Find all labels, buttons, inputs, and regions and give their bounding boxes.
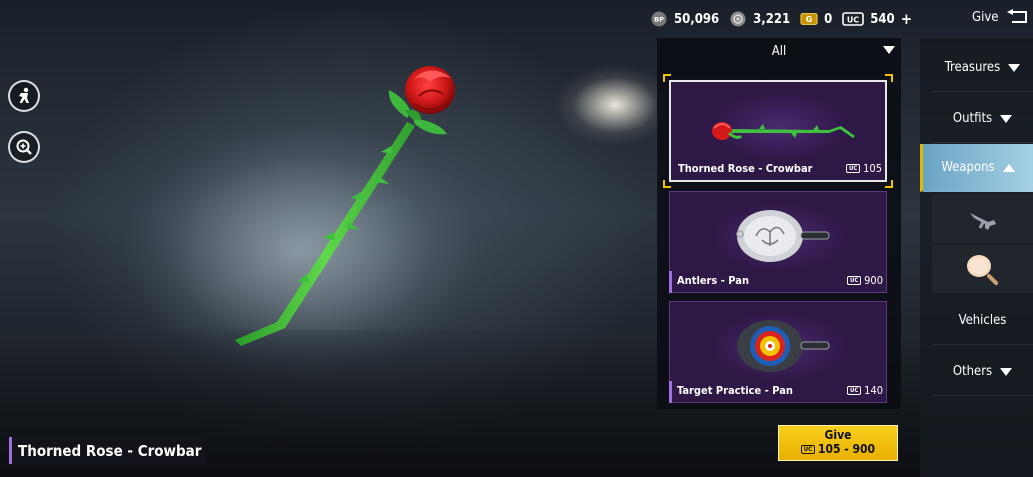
add-uc-plus-icon[interactable]: +	[901, 10, 912, 28]
category-weapons[interactable]: Weapons	[920, 144, 1033, 192]
category-outfits[interactable]: Outfits	[932, 95, 1033, 143]
pose-figure-icon	[19, 87, 29, 103]
category-others[interactable]: Others	[932, 348, 1033, 396]
silver-amount: 3,221	[753, 11, 791, 27]
target-practice-pan-thumbnail	[737, 320, 830, 372]
uc-icon: UC	[846, 164, 861, 173]
selection-corner	[663, 74, 671, 82]
currency-bp: BP 50,096	[650, 11, 719, 27]
antlers-pan-thumbnail	[736, 210, 830, 262]
selection-corner	[663, 180, 671, 188]
item-card-target-practice-pan[interactable]: Target Practice - Pan UC 140	[669, 301, 887, 403]
selected-item-title: Thorned Rose - Crowbar	[9, 437, 208, 464]
chevron-down-icon	[883, 46, 895, 54]
subcategory-guns[interactable]	[932, 195, 1033, 243]
item-price: UC 900	[847, 274, 883, 287]
chevron-down-icon	[1008, 63, 1021, 72]
pose-button[interactable]	[8, 80, 40, 112]
uc-icon: UC	[847, 386, 862, 395]
item-price: UC 105	[846, 162, 882, 175]
rarity-bar	[669, 271, 672, 293]
item-name: Antlers - Pan	[677, 274, 749, 287]
uc-icon: UC	[842, 11, 865, 27]
uc-amount: 540	[870, 11, 895, 27]
chevron-down-icon	[1000, 367, 1013, 376]
zoom-in-icon	[16, 139, 32, 155]
back-return-icon	[1007, 9, 1028, 23]
give-button-label: Give	[824, 428, 852, 442]
give-header-label: Give	[972, 9, 999, 25]
item-price: UC 140	[847, 384, 883, 397]
uc-icon: UC	[847, 276, 862, 285]
category-treasures[interactable]: Treasures	[932, 44, 1033, 92]
item-card-thorned-rose-crowbar[interactable]: Thorned Rose - Crowbar UC 105	[663, 74, 893, 188]
filter-dropdown[interactable]: All	[657, 38, 901, 64]
filter-selected-value: All	[771, 43, 787, 59]
currency-uc: UC 540	[842, 11, 895, 27]
svg-text:UC: UC	[847, 16, 859, 25]
subcategory-melee[interactable]	[932, 245, 1033, 293]
currency-bar: BP 50,096 3,221 G 0 UC 540 +	[650, 9, 912, 29]
gun-icon	[969, 213, 996, 230]
rose-crowbar-thumbnail	[712, 122, 855, 140]
item-name: Target Practice - Pan	[677, 384, 793, 397]
g-coin-icon: G	[800, 11, 818, 27]
category-vehicles[interactable]: Vehicles	[932, 297, 1033, 345]
svg-text:G: G	[806, 14, 813, 24]
bp-amount: 50,096	[674, 11, 720, 27]
give-header-button[interactable]: Give	[972, 9, 1030, 25]
currency-g-coin: G 0	[800, 11, 832, 27]
bp-icon: BP	[650, 11, 668, 27]
selection-corner	[885, 180, 893, 188]
rarity-bar	[669, 381, 672, 403]
chevron-up-icon	[1002, 163, 1015, 172]
item-card-antlers-pan[interactable]: Antlers - Pan UC 900	[669, 191, 887, 293]
silver-fragment-icon	[729, 11, 747, 27]
currency-silver: 3,221	[729, 11, 790, 27]
item-preview-rose-crowbar[interactable]	[225, 60, 475, 350]
uc-icon: UC	[800, 444, 815, 454]
selection-corner	[885, 74, 893, 82]
svg-text:BP: BP	[654, 16, 664, 24]
item-name: Thorned Rose - Crowbar	[678, 162, 813, 175]
item-list-panel: All Thorned Rose - Crowbar UC105 Antler	[657, 38, 901, 409]
give-price-range: UC 105 - 900	[779, 442, 897, 456]
g-coin-amount: 0	[824, 11, 833, 27]
zoom-button[interactable]	[8, 131, 40, 163]
pan-icon	[966, 255, 998, 286]
give-button[interactable]: Give UC 105 - 900	[778, 425, 898, 461]
category-sidebar: Treasures Outfits Weapons Vehicles Other…	[920, 38, 1033, 477]
chevron-down-icon	[1000, 114, 1013, 123]
